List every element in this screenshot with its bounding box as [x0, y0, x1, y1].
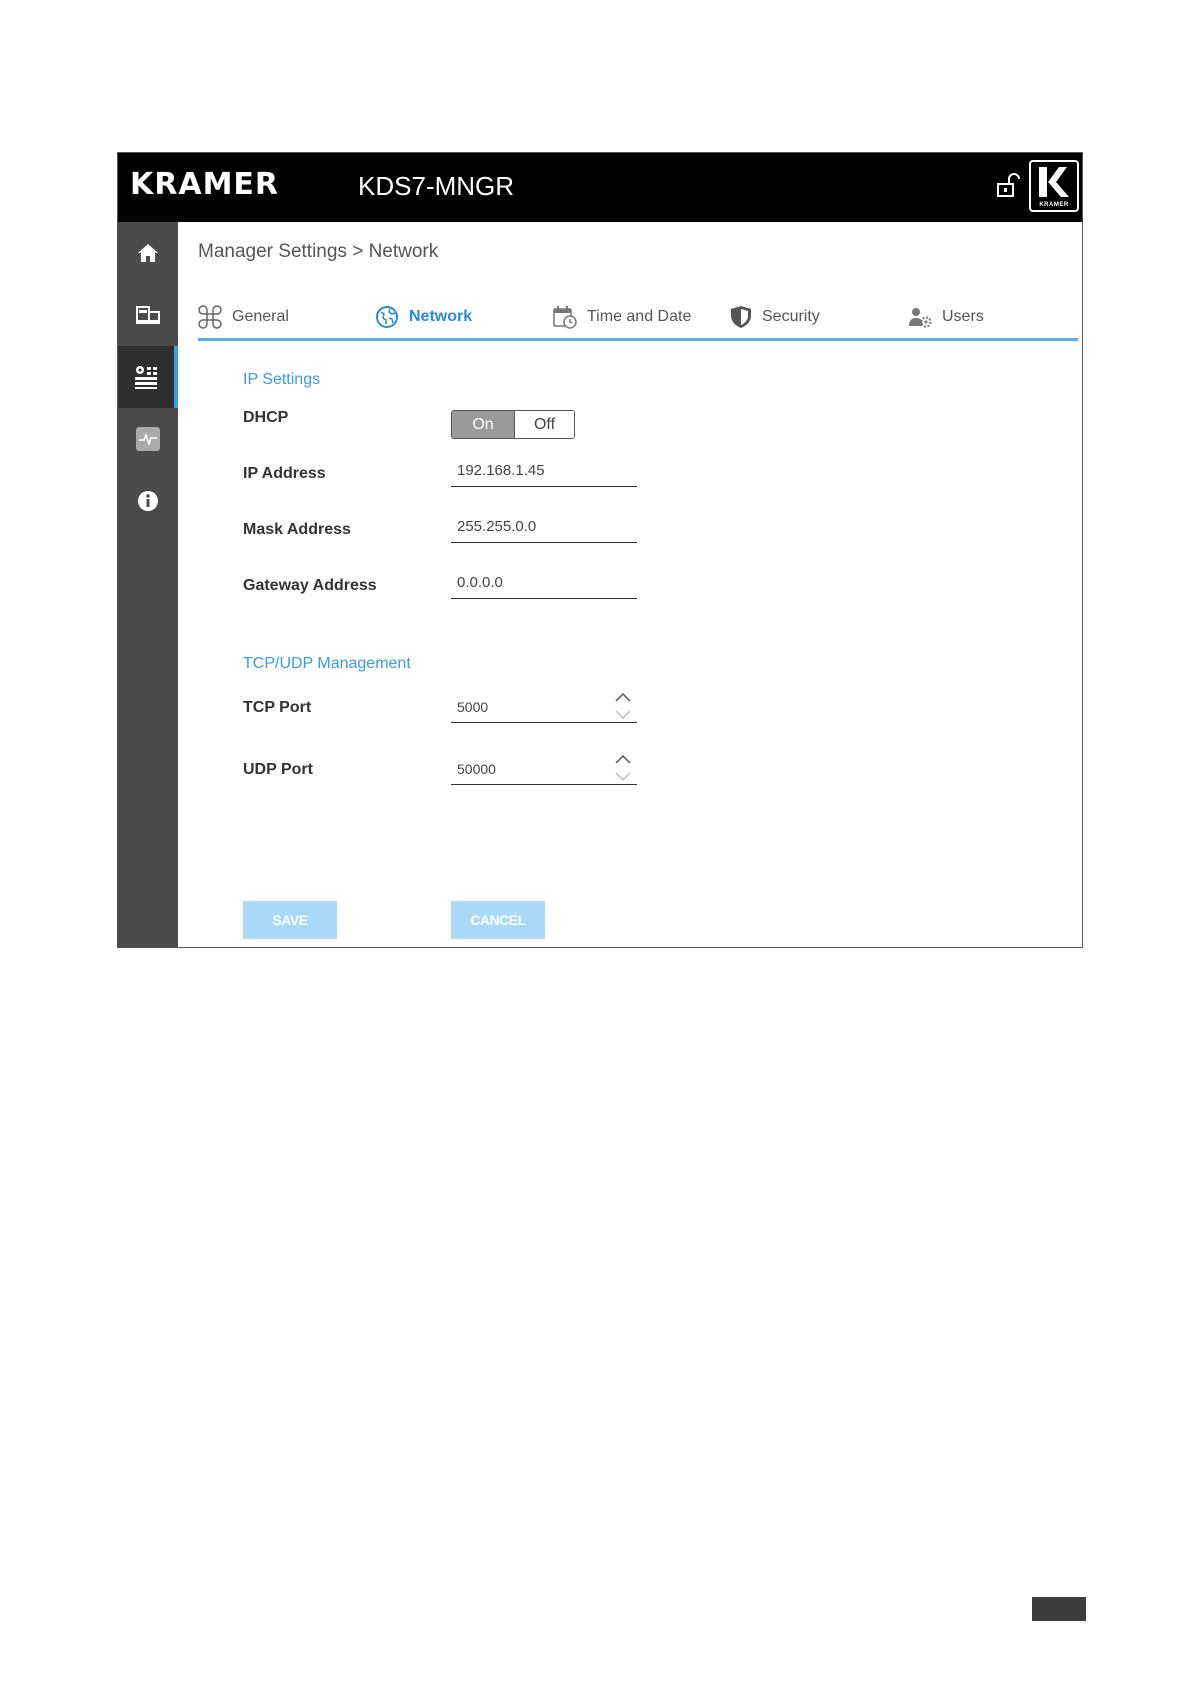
page-number-badge	[1032, 1597, 1086, 1621]
udp-port-input[interactable]	[451, 753, 637, 785]
sidebar-item-devices[interactable]	[118, 284, 178, 346]
dhcp-off-option[interactable]: Off	[514, 411, 574, 438]
sidebar-item-diagnostics[interactable]	[118, 408, 178, 470]
tab-security[interactable]: Security	[730, 298, 820, 336]
gateway-address-label: Gateway Address	[243, 577, 377, 594]
udp-port-label: UDP Port	[243, 761, 313, 778]
dhcp-label: DHCP	[243, 409, 289, 426]
general-icon	[198, 305, 222, 329]
dhcp-on-option[interactable]: On	[452, 411, 514, 438]
device-name: KDS7-MNGR	[358, 171, 515, 201]
app-window: KRAMER KDS7-MNGR KRAMER Manager Settings…	[117, 152, 1083, 948]
tab-bar: General Network Time and Date Security U…	[198, 298, 1078, 341]
dhcp-toggle[interactable]: On Off	[451, 410, 575, 439]
tab-label: Time and Date	[587, 308, 692, 325]
shield-icon	[731, 306, 751, 328]
save-button[interactable]: SAVE	[243, 901, 337, 939]
tab-users[interactable]: Users	[908, 298, 984, 336]
brand-logo: KRAMER	[130, 167, 280, 202]
tcp-port-spinner-icon[interactable]	[614, 691, 632, 721]
calendar-clock-icon	[553, 306, 577, 329]
gateway-address-input[interactable]	[451, 567, 637, 599]
tab-label: General	[232, 308, 289, 325]
breadcrumb: Manager Settings > Network	[198, 241, 439, 262]
mask-address-label: Mask Address	[243, 521, 351, 538]
kramer-badge-icon: KRAMER	[1029, 160, 1079, 212]
tcp-port-label: TCP Port	[243, 699, 312, 716]
ip-address-label: IP Address	[243, 465, 326, 482]
devices-icon	[136, 306, 160, 324]
tab-general[interactable]: General	[198, 298, 289, 336]
sidebar-item-info[interactable]	[118, 470, 178, 532]
udp-port-spinner-icon[interactable]	[614, 753, 632, 783]
ip-address-input[interactable]	[451, 455, 637, 487]
tab-label: Security	[762, 308, 820, 325]
tab-network[interactable]: Network	[375, 298, 472, 336]
sidebar-item-settings[interactable]	[118, 346, 178, 408]
tab-label: Network	[409, 308, 473, 325]
ip-settings-title: IP Settings	[243, 371, 321, 388]
users-gear-icon	[909, 308, 932, 328]
globe-icon	[376, 306, 398, 328]
tcp-port-input[interactable]	[451, 691, 637, 723]
sidebar-item-home[interactable]	[118, 222, 178, 284]
home-icon	[138, 244, 158, 262]
tab-time-and-date[interactable]: Time and Date	[553, 298, 691, 336]
tab-label: Users	[942, 308, 984, 325]
badge-text: KRAMER	[1039, 202, 1069, 208]
tcp-udp-title: TCP/UDP Management	[243, 655, 411, 672]
top-bar: KRAMER KDS7-MNGR KRAMER	[118, 153, 1082, 222]
info-icon	[138, 491, 158, 511]
diagnostics-icon	[136, 427, 160, 451]
cancel-button[interactable]: CANCEL	[451, 901, 545, 939]
sidebar	[118, 222, 178, 947]
unlock-icon[interactable]	[996, 173, 1020, 199]
settings-icon	[135, 366, 157, 389]
mask-address-input[interactable]	[451, 511, 637, 543]
